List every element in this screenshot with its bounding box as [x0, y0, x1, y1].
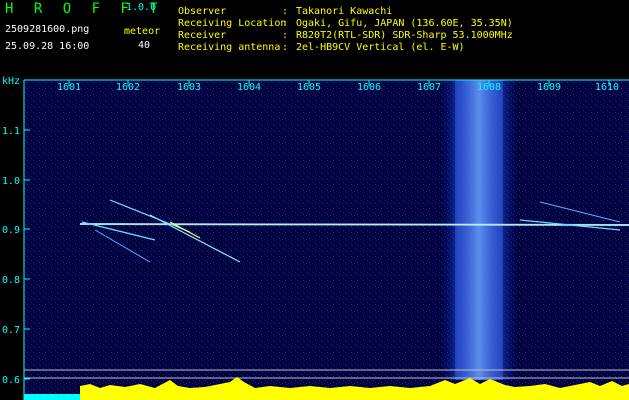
x-tick-label: 1609: [537, 82, 561, 93]
x-tick-label: 1610: [595, 82, 619, 93]
y-tick-label: 1.1: [2, 126, 20, 137]
x-tick-label: 1602: [116, 82, 140, 93]
y-tick-label: 0.8: [2, 275, 20, 286]
x-tick-label: 1607: [417, 82, 441, 93]
x-tick-label: 1608: [477, 82, 501, 93]
y-tick-label: 1.0: [2, 176, 20, 187]
y-unit-label: kHz: [2, 76, 20, 87]
noise-band-core: [455, 80, 503, 380]
x-tick-label: 1604: [237, 82, 261, 93]
spectrogram-background: [24, 80, 629, 400]
x-tick-label: 1603: [177, 82, 201, 93]
x-tick-label: 1605: [297, 82, 321, 93]
x-tick-label: 1606: [357, 82, 381, 93]
y-tick-label: 0.9: [2, 225, 20, 236]
y-tick-label: 0.6: [2, 375, 20, 386]
x-tick-label: 1601: [57, 82, 81, 93]
spectrogram-canvas: kHz 1.1 1.0 0.9 0.8 0.7 0.6 1601 1602 16…: [2, 76, 629, 400]
y-tick-label: 0.7: [2, 325, 20, 336]
